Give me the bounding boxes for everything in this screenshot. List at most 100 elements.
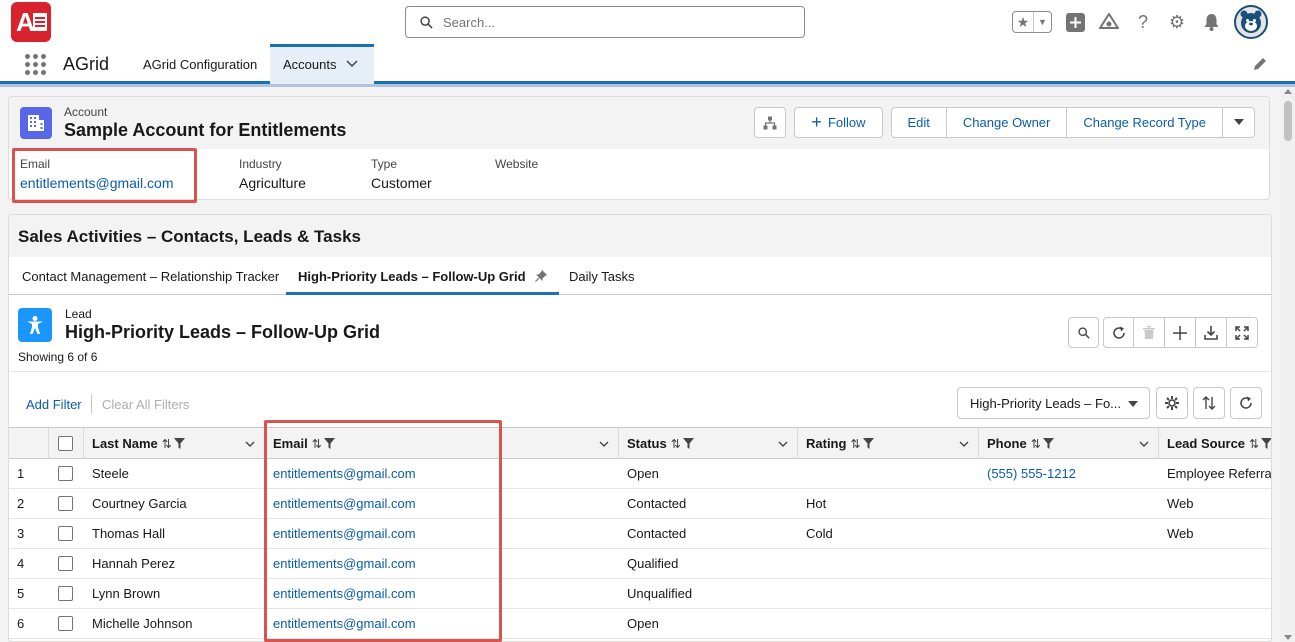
- filter-icon[interactable]: [173, 438, 185, 449]
- chevron-down-icon[interactable]: [245, 439, 255, 449]
- sort-icon[interactable]: ⇅: [162, 437, 172, 451]
- more-actions-button[interactable]: [1223, 107, 1255, 138]
- tab-contact-management[interactable]: Contact Management – Relationship Tracke…: [10, 257, 291, 295]
- filter-icon[interactable]: [682, 438, 694, 449]
- page-scrollbar[interactable]: [1281, 87, 1295, 642]
- chevron-down-icon[interactable]: [346, 57, 359, 71]
- pin-icon[interactable]: [534, 270, 547, 282]
- cell-email[interactable]: entitlements@gmail.com: [265, 609, 619, 638]
- trailhead-icon[interactable]: [1098, 11, 1120, 33]
- table-row[interactable]: 6 Michelle Johnson entitlements@gmail.com O…: [9, 609, 1271, 639]
- avatar[interactable]: [1234, 5, 1268, 39]
- clear-all-filters-link[interactable]: Clear All Filters: [102, 397, 189, 412]
- edit-button[interactable]: Edit: [890, 107, 947, 138]
- field-value: Customer: [371, 175, 432, 191]
- chevron-down-icon[interactable]: [778, 439, 788, 449]
- add-filter-link[interactable]: Add Filter: [26, 397, 82, 412]
- cell-phone[interactable]: [979, 519, 1159, 548]
- cell-email[interactable]: entitlements@gmail.com: [265, 459, 619, 488]
- sort-icon[interactable]: ⇅: [850, 437, 860, 451]
- chevron-down-icon[interactable]: [1139, 439, 1149, 449]
- nav-item-accounts[interactable]: Accounts: [270, 44, 374, 84]
- settings-icon[interactable]: ⚙: [1166, 11, 1188, 33]
- cell-phone[interactable]: [979, 489, 1159, 518]
- help-icon[interactable]: ?: [1132, 11, 1154, 33]
- cell-email[interactable]: entitlements@gmail.com: [265, 519, 619, 548]
- column-header-status[interactable]: Status ⇅: [619, 428, 798, 459]
- filter-icon[interactable]: [862, 438, 874, 449]
- app-launcher-icon[interactable]: [25, 54, 46, 75]
- sort-icon[interactable]: ⇅: [671, 437, 681, 451]
- cell-rating: [798, 609, 979, 638]
- tab-daily-tasks[interactable]: Daily Tasks: [557, 257, 647, 295]
- sort-icon[interactable]: ⇅: [1031, 437, 1041, 451]
- column-header-email[interactable]: Email ⇅: [265, 428, 619, 459]
- hierarchy-button[interactable]: [754, 107, 787, 138]
- column-header-rating[interactable]: Rating ⇅: [798, 428, 979, 459]
- cell-email[interactable]: entitlements@gmail.com: [265, 489, 619, 518]
- grid-settings-button[interactable]: [1156, 387, 1188, 419]
- grid-title: High-Priority Leads – Follow-Up Grid: [65, 322, 381, 342]
- edit-nav-icon[interactable]: [1253, 57, 1267, 71]
- filter-icon[interactable]: [1261, 438, 1272, 449]
- account-highlights-panel: Account Sample Account for Entitlements …: [8, 96, 1270, 203]
- scrollbar-thumb[interactable]: [1284, 101, 1292, 141]
- row-select-checkbox[interactable]: [58, 616, 73, 631]
- favorites-button[interactable]: ★ ▼: [1012, 11, 1052, 33]
- record-name: Sample Account for Entitlements: [64, 120, 347, 140]
- column-header-last-name[interactable]: Last Name ⇅: [84, 428, 265, 459]
- cell-rating: Hot: [806, 496, 827, 511]
- cell-status: Open: [627, 616, 659, 631]
- row-select-checkbox[interactable]: [58, 496, 73, 511]
- chevron-down-icon[interactable]: ▼: [1034, 12, 1051, 32]
- row-select-checkbox[interactable]: [58, 586, 73, 601]
- export-button[interactable]: [1196, 317, 1227, 348]
- tab-label: Daily Tasks: [569, 268, 635, 284]
- scroll-up-icon[interactable]: [1284, 89, 1292, 94]
- change-owner-button[interactable]: Change Owner: [946, 107, 1068, 138]
- cell-phone[interactable]: (555) 555-1212: [979, 459, 1159, 488]
- row-select-checkbox[interactable]: [58, 556, 73, 571]
- table-row[interactable]: 1 Steele entitlements@gmail.com Open (555) 5…: [9, 459, 1271, 489]
- table-row[interactable]: 2 Courtney Garcia entitlements@gmail.com Co…: [9, 489, 1271, 519]
- row-select-checkbox[interactable]: [58, 466, 73, 481]
- select-all-checkbox[interactable]: [58, 436, 73, 451]
- chevron-down-icon[interactable]: [959, 439, 969, 449]
- scroll-down-icon[interactable]: [1284, 635, 1292, 640]
- follow-button[interactable]: + Follow: [794, 107, 883, 138]
- column-header-phone[interactable]: Phone ⇅: [979, 428, 1159, 459]
- nav-item-agrid-configuration[interactable]: AGrid Configuration: [130, 44, 270, 84]
- cell-email[interactable]: entitlements@gmail.com: [265, 579, 619, 608]
- sort-icon[interactable]: ⇅: [312, 437, 322, 451]
- cell-phone[interactable]: [979, 579, 1159, 608]
- sort-icon[interactable]: ⇅: [1249, 437, 1259, 451]
- sort-button[interactable]: [1193, 387, 1225, 419]
- view-selector[interactable]: High-Priority Leads – Fo...: [957, 387, 1150, 419]
- notifications-icon[interactable]: [1200, 11, 1222, 33]
- tab-high-priority-leads[interactable]: High-Priority Leads – Follow-Up Grid: [286, 257, 559, 295]
- search-grid-button[interactable]: [1068, 317, 1099, 348]
- app-logo[interactable]: A: [11, 2, 51, 42]
- table-row[interactable]: 4 Hannah Perez entitlements@gmail.com Quali…: [9, 549, 1271, 579]
- table-row[interactable]: 5 Lynn Brown entitlements@gmail.com Unquali…: [9, 579, 1271, 609]
- search-input[interactable]: Search...: [405, 6, 805, 38]
- expand-button[interactable]: [1227, 317, 1258, 348]
- column-header-lead-source[interactable]: Lead Source ⇅: [1159, 428, 1272, 459]
- cell-email[interactable]: entitlements@gmail.com: [265, 549, 619, 578]
- filter-icon[interactable]: [323, 438, 335, 449]
- reset-button[interactable]: [1230, 387, 1262, 419]
- refresh-button[interactable]: [1103, 317, 1134, 348]
- row-select-checkbox[interactable]: [58, 526, 73, 541]
- star-icon[interactable]: ★: [1013, 12, 1034, 32]
- new-record-button[interactable]: [1165, 317, 1196, 348]
- divider: [91, 394, 92, 414]
- delete-button[interactable]: [1134, 317, 1165, 348]
- cell-phone[interactable]: [979, 549, 1159, 578]
- cell-lead-source: [1159, 549, 1271, 578]
- table-row[interactable]: 3 Thomas Hall entitlements@gmail.com Contac…: [9, 519, 1271, 549]
- cell-phone[interactable]: [979, 609, 1159, 638]
- add-icon[interactable]: [1064, 11, 1086, 33]
- change-record-type-button[interactable]: Change Record Type: [1067, 107, 1223, 138]
- chevron-down-icon[interactable]: [599, 439, 609, 449]
- filter-icon[interactable]: [1042, 438, 1054, 449]
